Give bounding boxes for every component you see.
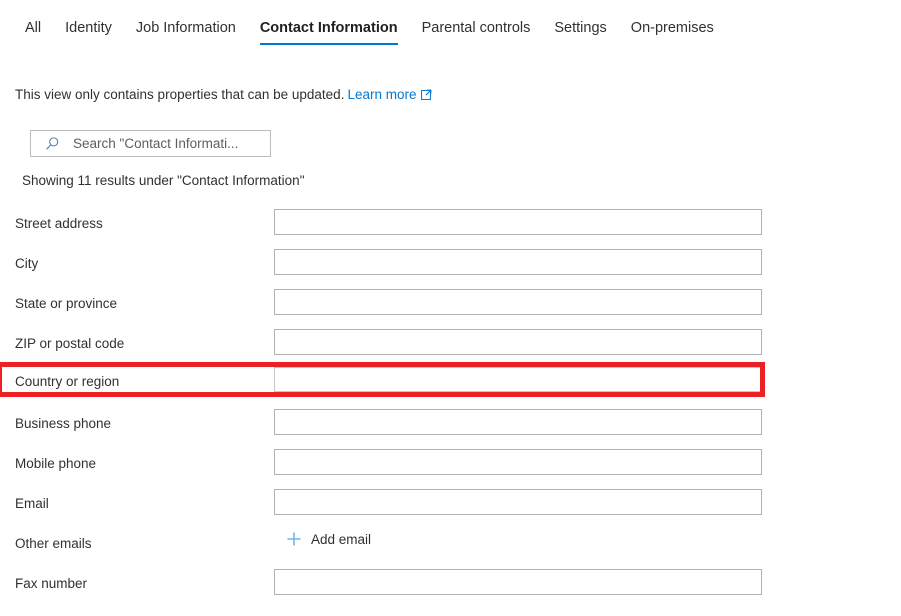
input-city[interactable] [274,249,762,275]
learn-more-label: Learn more [347,87,417,102]
add-email-label: Add email [311,531,372,547]
form-row-street-address: Street address [0,202,901,242]
label-fax-number: Fax number [15,576,88,591]
tab-contact-information[interactable]: Contact Information [248,0,410,49]
input-state-or-province[interactable] [274,289,762,315]
label-country-or-region: Country or region [15,374,120,389]
input-business-phone[interactable] [274,409,762,435]
form-row-email: Email [0,482,901,522]
info-message-text: This view only contains properties that … [15,87,345,102]
tab-settings[interactable]: Settings [542,0,618,49]
form-row-business-phone: Business phone [0,402,901,442]
external-link-icon [420,89,432,100]
label-state-or-province: State or province [15,296,118,311]
plus-icon [286,531,302,547]
search-icon [39,131,65,156]
form-row-mobile-phone: Mobile phone [0,442,901,482]
search-box[interactable] [30,130,271,157]
input-fax-number[interactable] [274,569,762,595]
input-mobile-phone[interactable] [274,449,762,475]
label-email: Email [15,496,49,511]
label-other-emails: Other emails [15,536,92,551]
label-zip-or-postal-code: ZIP or postal code [15,336,125,351]
tab-job-information[interactable]: Job Information [124,0,248,49]
form-row-other-emails: Other emails Add email [0,522,901,562]
input-email[interactable] [274,489,762,515]
properties-form: Street address City State or province ZI… [0,202,901,602]
input-zip-or-postal-code[interactable] [274,329,762,355]
form-row-city: City [0,242,901,282]
info-message: This view only contains properties that … [15,86,432,104]
form-row-state-or-province: State or province [0,282,901,322]
results-summary: Showing 11 results under "Contact Inform… [22,173,305,188]
input-street-address[interactable] [274,209,762,235]
search-input[interactable] [65,136,270,151]
label-street-address: Street address [15,216,103,231]
form-row-zip-or-postal-code: ZIP or postal code [0,322,901,362]
add-email-button[interactable]: Add email [286,531,371,547]
tab-on-premises[interactable]: On-premises [619,0,726,49]
learn-more-link[interactable]: Learn more [347,87,431,102]
tab-all[interactable]: All [13,0,53,49]
label-business-phone: Business phone [15,416,112,431]
form-row-country-or-region: Country or region [0,362,901,402]
label-city: City [15,256,39,271]
tab-identity[interactable]: Identity [53,0,124,49]
tab-parental-controls[interactable]: Parental controls [410,0,543,49]
label-mobile-phone: Mobile phone [15,456,97,471]
form-row-fax-number: Fax number [0,562,901,602]
tab-strip: All Identity Job Information Contact Inf… [0,0,901,50]
input-country-or-region[interactable] [274,367,762,392]
